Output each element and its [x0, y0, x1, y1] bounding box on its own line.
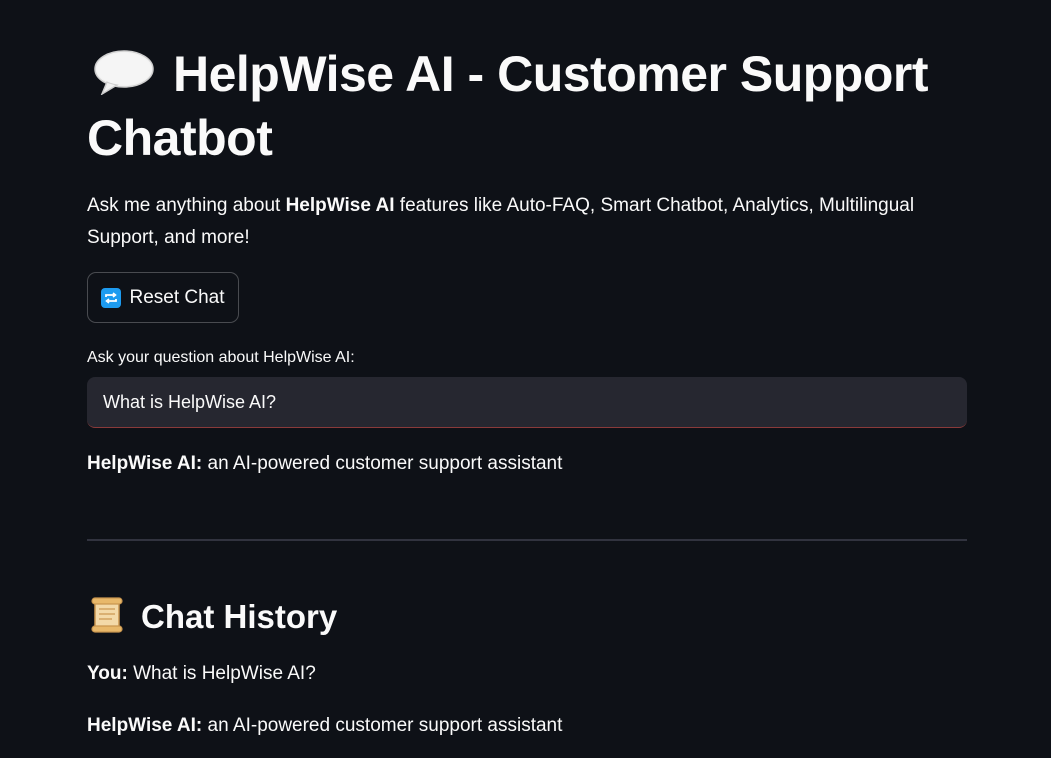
question-input[interactable]: [87, 377, 967, 428]
divider: [87, 539, 967, 541]
repeat-arrows-icon: [101, 287, 122, 308]
intro-text: Ask me anything about HelpWise AI featur…: [87, 190, 947, 254]
response-speaker: HelpWise AI:: [87, 453, 203, 474]
reset-chat-label: Reset Chat: [129, 286, 225, 308]
page-title-text: HelpWise AI - Customer Support Chatbot: [87, 46, 928, 166]
history-speaker: You:: [87, 663, 128, 684]
speech-balloon-icon: [93, 46, 155, 96]
intro-brand: HelpWise AI: [285, 195, 395, 216]
reset-chat-button[interactable]: Reset Chat: [87, 272, 239, 323]
history-text: an AI-powered customer support assistant: [202, 715, 563, 736]
scroll-icon: [87, 595, 127, 635]
response-text: an AI-powered customer support assistant: [202, 453, 563, 474]
history-text: What is HelpWise AI?: [127, 663, 316, 684]
history-message: You: What is HelpWise AI?: [87, 660, 316, 688]
history-message: HelpWise AI: an AI-powered customer supp…: [87, 712, 562, 740]
chat-history-heading: Chat History: [87, 594, 337, 640]
page-title: HelpWise AI - Customer Support Chatbot: [87, 42, 967, 170]
chat-history-title: Chat History: [141, 598, 338, 635]
question-field-label: Ask your question about HelpWise AI:: [87, 349, 355, 366]
intro-prefix: Ask me anything about: [87, 195, 286, 216]
response-line: HelpWise AI: an AI-powered customer supp…: [87, 450, 562, 478]
history-speaker: HelpWise AI:: [87, 715, 203, 736]
